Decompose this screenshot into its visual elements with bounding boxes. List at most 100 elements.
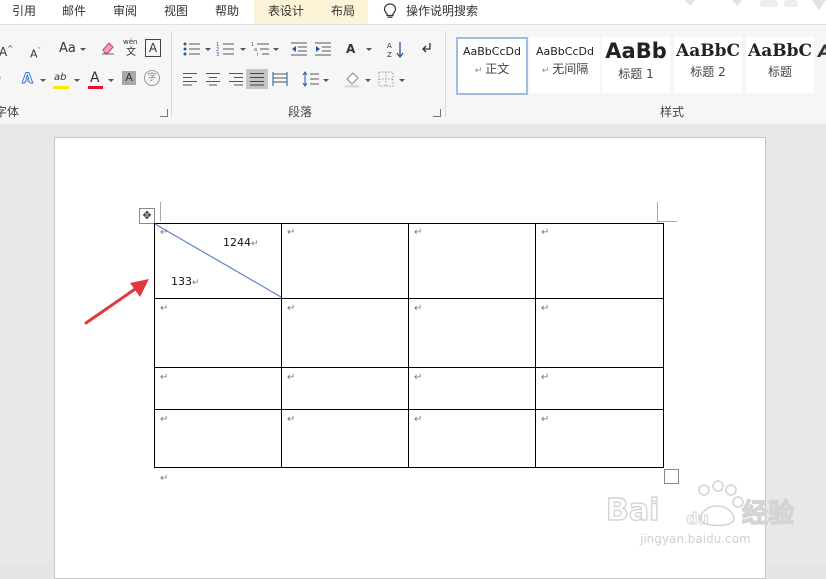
cell-paragraph-mark: ↵ [160, 227, 169, 238]
multilevel-list-icon[interactable]: 1 a i [251, 41, 273, 57]
bullets-icon[interactable] [182, 41, 204, 57]
cell-paragraph-mark: ↵ [287, 303, 296, 314]
style-preview: AaBbC [748, 41, 812, 61]
style-heading-1[interactable]: AaBb 标题 1 [602, 37, 670, 93]
svg-text:jingyan.baidu.com: jingyan.baidu.com [639, 532, 751, 546]
change-case-dropdown-icon[interactable] [80, 48, 86, 51]
font-color-bar [88, 86, 103, 89]
cell-paragraph-mark: ↵ [160, 414, 169, 425]
cell-paragraph-mark: ↵ [414, 303, 423, 314]
table-move-handle[interactable]: ✥ [139, 208, 155, 224]
font-group-label: 字体 [0, 105, 19, 119]
chinese-layout-dropdown-icon[interactable] [366, 48, 372, 51]
cell-paragraph-mark: ↵ [541, 414, 550, 425]
phonetic-guide-bottom[interactable]: 文 [126, 47, 136, 59]
increase-indent-icon[interactable] [314, 41, 332, 57]
superscript-partial-icon[interactable]: ² [0, 71, 1, 89]
numbering-icon[interactable]: 1 2 3 [216, 41, 238, 57]
style-title[interactable]: AaBbC 标题 [746, 37, 814, 93]
font-color-button[interactable]: A [90, 69, 100, 87]
cell-paragraph-mark: ↵ [541, 372, 550, 383]
tab-help[interactable]: 帮助 [208, 0, 246, 24]
decrease-indent-icon[interactable] [290, 41, 308, 57]
line-spacing-dropdown-icon[interactable] [323, 79, 329, 82]
tab-review[interactable]: 审阅 [107, 0, 143, 24]
tab-references[interactable]: 引用 [4, 0, 44, 24]
baidu-jingyan-watermark: Bai du 经验 jingyan.baidu.com [605, 480, 795, 546]
style-normal[interactable]: AaBbCcDd ↵ 正文 [456, 37, 528, 95]
highlight-color-bar [53, 86, 69, 89]
font-dialog-launcher[interactable] [160, 109, 168, 117]
distributed-align-icon[interactable] [272, 71, 288, 87]
character-border-button[interactable]: A [145, 39, 161, 57]
style-preview: AaBbCcDd [536, 45, 594, 58]
align-right-icon[interactable] [228, 72, 244, 86]
bullets-dropdown-icon[interactable] [205, 48, 211, 51]
ribbon: A^ Aˇ Aa wén 文 A ² A ab A A 字 字体 [0, 24, 826, 125]
margin-mark [160, 202, 161, 221]
chinese-layout-icon[interactable]: A [346, 40, 355, 58]
numbering-dropdown-icon[interactable] [240, 48, 246, 51]
cell-paragraph-mark: ↵ [414, 227, 423, 238]
cell-paragraph-mark: ↵ [287, 227, 296, 238]
shading-dropdown-icon[interactable] [365, 79, 371, 82]
margin-mark [657, 221, 677, 222]
font-size-down-button[interactable]: Aˇ [30, 42, 41, 64]
style-heading-2[interactable]: AaBbC 标题 2 [674, 37, 742, 93]
lightbulb-icon [383, 3, 397, 18]
tab-view[interactable]: 视图 [158, 0, 194, 24]
style-name: 标题 2 [690, 65, 726, 79]
style-preview: AaBbCcDd [463, 45, 521, 58]
line-spacing-icon[interactable] [302, 71, 320, 87]
svg-text:Bai: Bai [606, 493, 659, 528]
style-no-spacing[interactable]: AaBbCcDd ↵ 无间隔 [530, 37, 600, 93]
style-preview: AaBb [605, 39, 667, 63]
tab-mailings[interactable]: 邮件 [56, 0, 92, 24]
group-separator [445, 31, 446, 117]
svg-text:du: du [686, 509, 709, 528]
cell-paragraph-mark: ↵ [414, 372, 423, 383]
highlight-dropdown-icon[interactable] [74, 79, 80, 82]
sort-icon[interactable]: A Z [387, 40, 405, 58]
tab-layout[interactable]: 布局 [318, 0, 368, 24]
clear-formatting-icon[interactable] [100, 40, 116, 56]
justify-button[interactable] [246, 69, 268, 89]
diagonal-bottom-value[interactable]: 133↵ [171, 275, 200, 288]
font-size-up-button[interactable]: A^ [0, 40, 13, 61]
font-color-dropdown-icon[interactable] [108, 79, 114, 82]
text-effects-dropdown-icon[interactable] [40, 79, 46, 82]
style-next-partial[interactable]: A [818, 43, 826, 61]
cell-paragraph-mark: ↵ [414, 414, 423, 425]
shading-icon[interactable] [343, 70, 361, 88]
group-separator [171, 31, 172, 117]
change-case-button[interactable]: Aa [59, 40, 76, 58]
text-effects-button[interactable]: A [22, 70, 34, 88]
svg-text:经验: 经验 [742, 498, 794, 529]
svg-text:A: A [387, 42, 392, 50]
style-preview: AaBbC [676, 41, 740, 61]
paragraph-dialog-launcher[interactable] [433, 109, 441, 117]
justify-icon [250, 73, 264, 86]
align-center-icon[interactable] [205, 72, 221, 86]
show-formatting-marks-icon[interactable] [420, 40, 434, 56]
multilevel-list-dropdown-icon[interactable] [273, 48, 279, 51]
borders-icon[interactable] [378, 71, 394, 87]
cell-paragraph-mark: ↵ [160, 372, 169, 383]
highlight-button[interactable]: ab [54, 69, 66, 87]
margin-mark [657, 202, 658, 221]
phonetic-guide-top[interactable]: wén [123, 38, 137, 46]
enclose-characters-button[interactable]: 字 [144, 70, 160, 86]
tab-table-design[interactable]: 表设计 [254, 0, 318, 24]
align-left-icon[interactable] [182, 72, 198, 86]
borders-dropdown-icon[interactable] [399, 79, 405, 82]
styles-group-label: 样式 [659, 105, 684, 119]
style-name: 标题 [767, 65, 792, 79]
window-controls-partial [685, 0, 826, 10]
style-name: ↵ 正文 [474, 62, 510, 76]
style-name: 标题 1 [618, 67, 654, 81]
cell-paragraph-mark: ↵ [541, 303, 550, 314]
tell-me-search[interactable]: 操作说明搜索 [406, 0, 490, 24]
character-shading-button[interactable]: A [122, 71, 136, 85]
svg-text:i: i [257, 52, 258, 57]
diagonal-top-value[interactable]: 1244↵ [223, 236, 259, 249]
